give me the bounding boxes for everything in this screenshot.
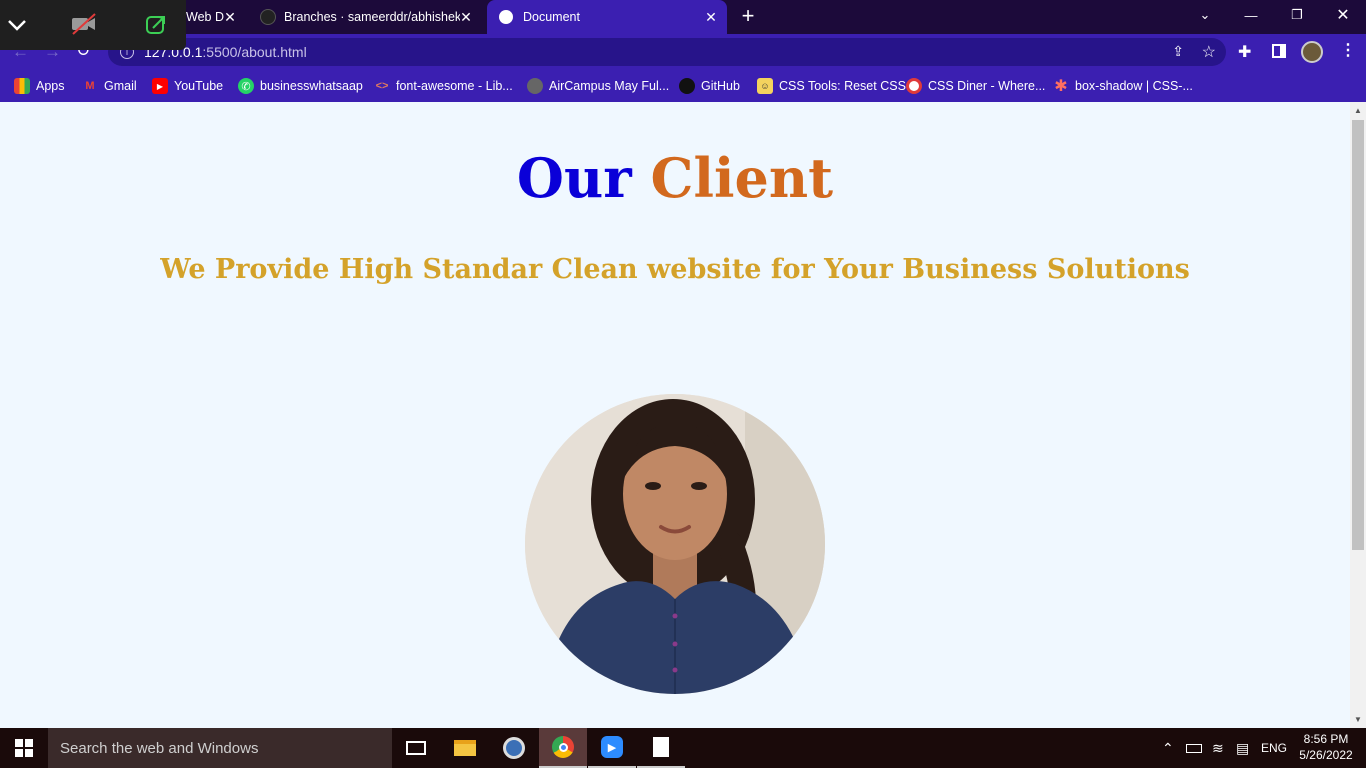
- page-title: Our Client: [0, 146, 1350, 210]
- bookmark-label: Apps: [36, 79, 65, 93]
- notification-icon[interactable]: ▤: [1236, 728, 1249, 768]
- github-icon: [679, 78, 695, 94]
- css-tools-icon: ☺: [757, 78, 773, 94]
- battery-icon[interactable]: [1186, 728, 1202, 768]
- tray-chevron-up-icon[interactable]: ⌃: [1162, 728, 1174, 768]
- scrollbar-thumb[interactable]: [1352, 120, 1364, 550]
- tab-search-icon[interactable]: ⌄: [1182, 0, 1228, 30]
- github-icon: [260, 9, 276, 25]
- chrome-taskbar-icon[interactable]: [539, 728, 587, 768]
- tab-branches[interactable]: Branches · sameerddr/abhishek-s ✕: [252, 0, 482, 34]
- globe-icon: [499, 10, 513, 24]
- bookmark-gmail[interactable]: M Gmail: [82, 76, 137, 96]
- new-tab-button[interactable]: +: [738, 4, 758, 28]
- meeting-overlay: [0, 0, 186, 50]
- page-scrollbar[interactable]: ▲ ▼: [1350, 102, 1366, 728]
- apps-grid-icon: [14, 78, 30, 94]
- document-shape: [653, 737, 669, 757]
- client-photo: [525, 394, 825, 694]
- minimize-icon[interactable]: —: [1228, 0, 1274, 30]
- youtube-icon: ▶: [152, 78, 168, 94]
- bookmark-label: CSS Tools: Reset CSS: [779, 79, 906, 93]
- page-subtitle: We Provide High Standar Clean website fo…: [160, 254, 1190, 285]
- bookmark-label: businesswhatsaap: [260, 79, 363, 93]
- bookmark-label: Gmail: [104, 79, 137, 93]
- bookmark-font-awesome[interactable]: <> font-awesome - Lib...: [374, 76, 513, 96]
- bookmark-label: AirCampus May Ful...: [549, 79, 670, 93]
- media-shape: [503, 737, 525, 759]
- bookmark-box-shadow[interactable]: ✱ box-shadow | CSS-...: [1053, 76, 1193, 96]
- zoom-camera-icon: ▶: [601, 736, 623, 758]
- task-view-shape: [406, 741, 426, 755]
- star-icon[interactable]: ☆: [1202, 42, 1216, 62]
- video-off-icon[interactable]: [70, 13, 98, 35]
- scroll-up-icon[interactable]: ▲: [1354, 106, 1362, 115]
- windows-icon: [15, 739, 33, 757]
- chrome-logo: [552, 736, 574, 758]
- wifi-icon[interactable]: ≋: [1212, 728, 1224, 768]
- bookmark-businesswhatsaap[interactable]: ✆ businesswhatsaap: [238, 76, 363, 96]
- close-icon[interactable]: ✕: [458, 9, 474, 25]
- tab-web[interactable]: Web D ✕: [180, 0, 246, 34]
- address-bar[interactable]: i 127.0.0.1:5500/about.html ⇪ ☆: [108, 38, 1226, 66]
- title-word-our: Our: [516, 146, 632, 210]
- code-icon: <>: [375, 80, 389, 92]
- whatsapp-icon: ✆: [238, 78, 254, 94]
- bookmark-css-tools[interactable]: ☺ CSS Tools: Reset CSS: [757, 76, 906, 96]
- restore-icon[interactable]: ❐: [1274, 0, 1320, 30]
- bookmark-aircampus[interactable]: AirCampus May Ful...: [527, 76, 669, 96]
- tab-title: Document: [523, 10, 580, 24]
- asterisk-icon: ✱: [1054, 78, 1068, 95]
- task-view-icon[interactable]: [392, 728, 440, 768]
- title-word-client: Client: [650, 146, 834, 210]
- side-panel-icon[interactable]: [1272, 44, 1286, 58]
- close-window-icon[interactable]: ✕: [1320, 0, 1366, 30]
- avatar[interactable]: [1301, 41, 1323, 63]
- browser-toolbar: ← → ↻ i 127.0.0.1:5500/about.html ⇪ ☆ ✚ …: [0, 34, 1366, 70]
- zoom-taskbar-icon[interactable]: ▶: [588, 728, 636, 768]
- bookmarks-bar: Apps M Gmail ▶ YouTube ✆ businesswhatsaa…: [0, 70, 1366, 102]
- folder-shape: [454, 740, 476, 756]
- gmail-icon: M: [85, 80, 95, 92]
- notepad-taskbar-icon[interactable]: [637, 728, 685, 768]
- tab-title: Web D: [186, 10, 224, 24]
- bookmark-label: box-shadow | CSS-...: [1075, 79, 1193, 93]
- bookmark-label: YouTube: [174, 79, 224, 93]
- bookmark-css-diner[interactable]: CSS Diner - Where...: [906, 76, 1045, 96]
- client-portrait: [525, 394, 825, 694]
- globe-icon: [527, 78, 543, 94]
- tab-title: Branches · sameerddr/abhishek-s: [284, 10, 460, 24]
- taskbar: Search the web and Windows ▶ ⌃ ≋ ▤ ENG 8…: [0, 728, 1366, 768]
- close-icon[interactable]: ✕: [222, 9, 238, 25]
- bookmark-youtube[interactable]: ▶ YouTube: [152, 76, 223, 96]
- media-app-icon[interactable]: [490, 728, 538, 768]
- chevron-down-icon[interactable]: [6, 16, 28, 34]
- bookmark-label: font-awesome - Lib...: [396, 79, 513, 93]
- page-content: Our Client We Provide High Standar Clean…: [0, 102, 1350, 728]
- clock-date: 5/26/2022: [1299, 748, 1353, 762]
- bookmark-label: GitHub: [701, 79, 740, 93]
- bookmark-apps[interactable]: Apps: [14, 76, 65, 96]
- chrome-center: [558, 742, 568, 752]
- start-button[interactable]: [0, 728, 48, 768]
- url-path: :5500/about.html: [202, 44, 307, 60]
- language-indicator[interactable]: ENG: [1261, 728, 1287, 768]
- bookmark-label: CSS Diner - Where...: [928, 79, 1046, 93]
- tab-strip: Web D ✕ Branches · sameerddr/abhishek-s …: [0, 0, 1366, 34]
- scroll-down-icon[interactable]: ▼: [1354, 715, 1362, 724]
- battery-shape: [1186, 743, 1202, 753]
- clock-time: 8:56 PM: [1303, 732, 1349, 746]
- extensions-icon[interactable]: ✚: [1238, 42, 1251, 62]
- share-icon[interactable]: ⇪: [1172, 43, 1184, 60]
- menu-icon[interactable]: ⋮: [1340, 40, 1356, 60]
- tab-document[interactable]: Document ✕: [487, 0, 727, 34]
- bookmark-github[interactable]: GitHub: [679, 76, 740, 96]
- css-diner-icon: [906, 78, 922, 94]
- clock[interactable]: 8:56 PM 5/26/2022: [1296, 731, 1356, 763]
- taskbar-search[interactable]: Search the web and Windows: [48, 728, 392, 768]
- file-explorer-icon[interactable]: [441, 728, 489, 768]
- share-screen-icon[interactable]: [144, 13, 168, 37]
- close-icon[interactable]: ✕: [703, 9, 719, 25]
